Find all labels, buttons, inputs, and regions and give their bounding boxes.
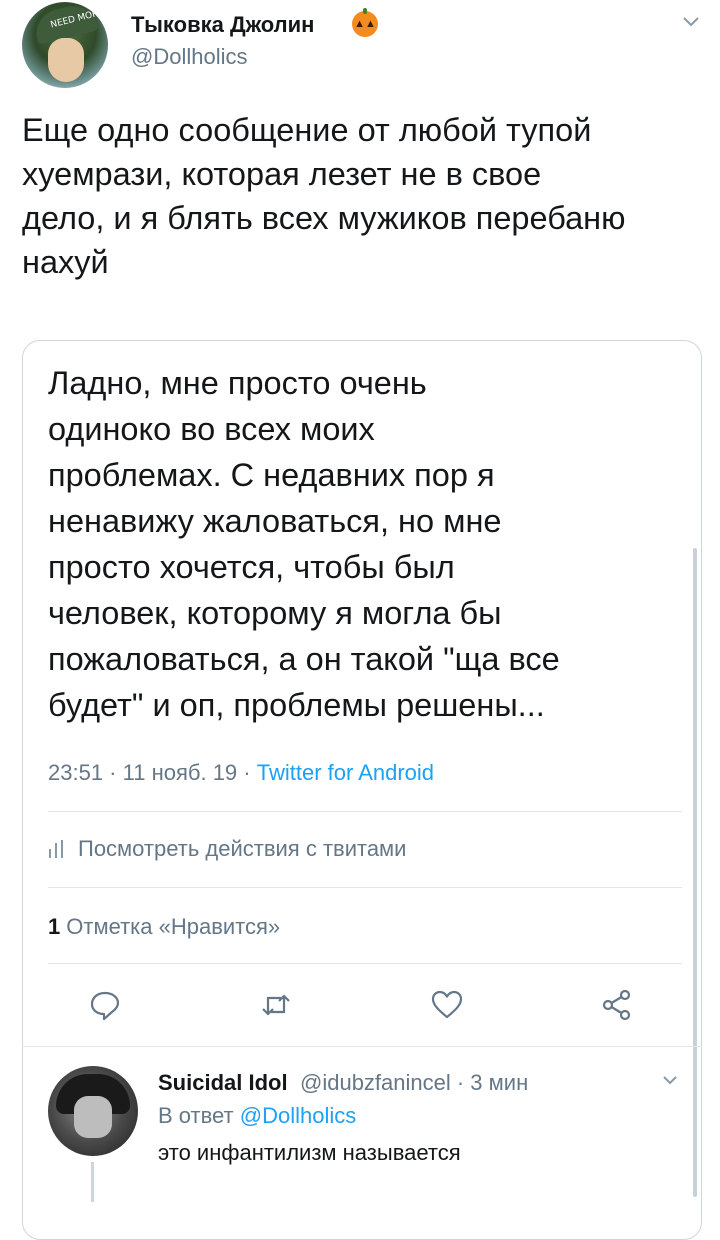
- divider: [48, 887, 682, 888]
- heart-icon[interactable]: [430, 988, 464, 1022]
- jack-o-lantern-icon: ▲▲: [352, 8, 378, 37]
- quoted-text-line: Ладно, мне просто очень: [48, 365, 427, 401]
- meta-separator: ·: [103, 760, 123, 785]
- quoted-tweet-text: Ладно, мне просто очень одиноко во всех …: [48, 360, 688, 728]
- reply-author-avatar[interactable]: [48, 1066, 138, 1156]
- reply-icon[interactable]: [88, 988, 122, 1022]
- replying-to-mention[interactable]: @Dollholics: [240, 1103, 356, 1128]
- tweet-text-line: нахуй: [22, 244, 109, 280]
- reply-author-handle-time[interactable]: @idubzfanincel · 3 мин: [300, 1070, 528, 1096]
- tweet-text-line: дело, и я блять всех мужиков перебаню: [22, 200, 626, 236]
- divider: [22, 1046, 702, 1047]
- author-display-name[interactable]: Тыковка Джолин: [131, 12, 314, 38]
- tweet-text: Еще одно сообщение от любой тупой хуемра…: [22, 108, 702, 284]
- reply-author-name[interactable]: Suicidal Idol: [158, 1070, 288, 1096]
- author-avatar[interactable]: NEED MORN: [22, 2, 108, 88]
- tweet-time: 23:51: [48, 760, 104, 785]
- divider: [48, 811, 682, 812]
- view-activity-link[interactable]: Посмотреть действия с твитами: [48, 836, 406, 862]
- tweet-text-line: Еще одно сообщение от любой тупой: [22, 112, 592, 148]
- meta-separator: ·: [237, 760, 257, 785]
- avatar-face: [48, 38, 84, 82]
- quoted-text-line: будет" и оп, проблемы решены...: [48, 687, 545, 723]
- replying-to: В ответ @Dollholics: [158, 1103, 356, 1129]
- view-activity-label: Посмотреть действия с твитами: [78, 836, 407, 861]
- quoted-text-line: проблемах. С недавних пор я: [48, 457, 495, 493]
- chevron-down-icon[interactable]: [682, 14, 700, 28]
- divider: [48, 963, 682, 964]
- reply-text: это инфантилизм называется: [158, 1140, 461, 1165]
- quoted-text-line: просто хочется, чтобы был: [48, 549, 455, 585]
- likes-count: 1: [48, 914, 61, 939]
- bar-chart-icon: [49, 840, 63, 858]
- avatar-face: [74, 1096, 112, 1138]
- scrollbar[interactable]: [693, 548, 697, 1197]
- quoted-text-line: человек, которому я могла бы: [48, 595, 502, 631]
- tweet-source-link[interactable]: Twitter for Android: [257, 760, 434, 785]
- tweet-date: 11 нояб. 19: [122, 760, 238, 785]
- likes-summary[interactable]: 1 Отметка «Нравится»: [48, 914, 280, 940]
- quoted-text-line: пожаловаться, а он такой "ща все: [48, 641, 560, 677]
- thread-line: [91, 1162, 94, 1202]
- tweet-meta: 23:51 · 11 нояб. 19 · Twitter for Androi…: [48, 760, 434, 786]
- share-icon[interactable]: [600, 988, 634, 1022]
- quoted-text-line: одиноко во всех моих: [48, 411, 375, 447]
- replying-to-label: В ответ: [158, 1103, 234, 1128]
- tweet-text-line: хуемрази, которая лезет не в свое: [22, 156, 542, 192]
- author-handle[interactable]: @Dollholics: [131, 44, 247, 70]
- retweet-icon[interactable]: [259, 988, 293, 1022]
- chevron-down-icon[interactable]: [662, 1074, 678, 1086]
- likes-label: Отметка «Нравится»: [66, 914, 281, 939]
- quoted-text-line: ненавижу жаловаться, но мне: [48, 503, 502, 539]
